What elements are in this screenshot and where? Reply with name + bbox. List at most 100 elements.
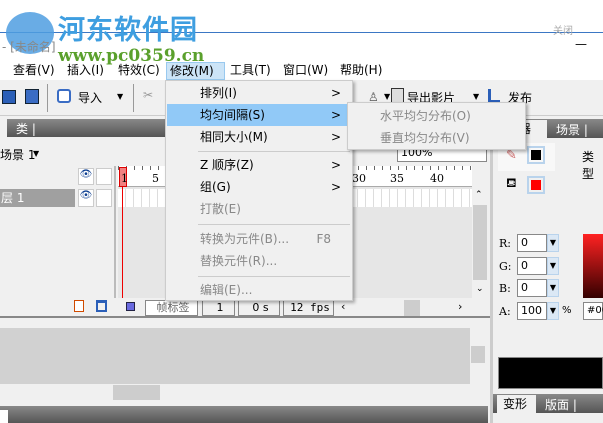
onion-skin-icon[interactable] bbox=[126, 302, 135, 311]
minimize-button[interactable]: — bbox=[575, 37, 587, 51]
menu-separator bbox=[198, 276, 350, 277]
menu-item-distribute[interactable]: 均匀间隔(S) > bbox=[167, 104, 351, 126]
menu-item-convert-to-symbol[interactable]: 转换为元件(B)... F8 bbox=[167, 228, 351, 250]
scroll-left-icon[interactable]: ‹ bbox=[341, 300, 345, 313]
menu-item-match-size[interactable]: 相同大小(M) > bbox=[167, 126, 351, 148]
save-all-icon[interactable] bbox=[25, 89, 39, 104]
stage-hscroll-thumb[interactable] bbox=[113, 385, 160, 400]
tab-transform[interactable]: 变形 bbox=[497, 395, 536, 413]
export-movie-icon[interactable] bbox=[391, 88, 404, 103]
scene-selector[interactable]: 场景 1 bbox=[0, 146, 35, 163]
lock-column[interactable] bbox=[96, 168, 112, 185]
submenu-arrow-icon: > bbox=[330, 130, 341, 144]
frame-label-field[interactable]: 帧标签 bbox=[145, 300, 198, 316]
bottom-panel-tab[interactable] bbox=[0, 410, 8, 423]
delete-layer-icon[interactable] bbox=[96, 300, 107, 312]
menu-item-label: 打散(E) bbox=[200, 202, 241, 216]
menu-item-group[interactable]: 组(G) > bbox=[167, 176, 351, 198]
menu-view[interactable]: 查看(V) bbox=[10, 62, 58, 80]
menu-item-edit[interactable]: 编辑(E)... bbox=[167, 279, 351, 301]
pencil-icon: ✎ bbox=[506, 148, 517, 163]
a-label: A: bbox=[499, 305, 511, 318]
add-layer-icon[interactable] bbox=[74, 300, 84, 312]
scroll-right-icon[interactable]: › bbox=[458, 300, 462, 313]
stage-area[interactable] bbox=[0, 328, 470, 384]
menu-item-label: 均匀间隔(S) bbox=[200, 108, 265, 122]
vscroll-thumb[interactable] bbox=[473, 205, 487, 280]
import-dropdown-icon[interactable]: ▼ bbox=[117, 92, 123, 101]
r-dropdown-icon[interactable]: ▼ bbox=[547, 234, 559, 252]
hscroll-thumb[interactable] bbox=[404, 300, 420, 316]
menu-help[interactable]: 帮助(H) bbox=[337, 62, 385, 80]
color-gradient-picker[interactable] bbox=[583, 234, 603, 298]
g-dropdown-icon[interactable]: ▼ bbox=[547, 257, 559, 275]
menu-item-label: 相同大小(M) bbox=[200, 130, 268, 144]
menu-item-z-order[interactable]: Z 顺序(Z) > bbox=[167, 154, 351, 176]
submenu-arrow-icon: > bbox=[330, 86, 341, 100]
stage-hscrollbar[interactable] bbox=[0, 384, 470, 401]
ruler-tick-label: 40 bbox=[430, 172, 444, 185]
g-label: G: bbox=[499, 260, 512, 273]
layer-list bbox=[0, 166, 116, 298]
stage-vscroll-thumb[interactable] bbox=[471, 346, 485, 363]
export-dropdown-icon[interactable]: ▼ bbox=[473, 92, 479, 101]
layer-lock-toggle[interactable] bbox=[96, 189, 112, 207]
stroke-color-swatch[interactable] bbox=[527, 146, 545, 164]
import-button[interactable]: 导入 bbox=[78, 89, 102, 106]
b-label: B: bbox=[499, 282, 511, 295]
elapsed-time: 0 s bbox=[238, 300, 280, 316]
menu-item-shortcut: F8 bbox=[316, 232, 331, 246]
toolbar-separator bbox=[47, 84, 48, 112]
alpha-dropdown-icon[interactable]: ▼ bbox=[547, 302, 559, 320]
top-right-text: 关闭 bbox=[553, 26, 573, 37]
alpha-input[interactable]: 100 bbox=[517, 302, 547, 320]
menu-item-swap-symbol[interactable]: 替换元件(R)... bbox=[167, 250, 351, 272]
g-input[interactable]: 0 bbox=[517, 257, 547, 275]
hex-input[interactable]: #00 bbox=[583, 302, 603, 320]
color-preview bbox=[498, 357, 603, 389]
scroll-down-icon[interactable]: ⌄ bbox=[476, 284, 484, 294]
layer-row[interactable]: 层 1 bbox=[0, 189, 75, 207]
paint-bucket-icon: ⛾ bbox=[506, 176, 517, 191]
window-title: - [未命名] bbox=[2, 40, 56, 54]
panel-tab-class[interactable]: 类 | bbox=[16, 120, 36, 137]
ruler-tick-label: 35 bbox=[390, 172, 404, 185]
frame-rate: 12 fps bbox=[283, 300, 334, 316]
watermark-name: 河东软件园 bbox=[58, 15, 198, 46]
playhead-line bbox=[122, 187, 123, 298]
menu-effects[interactable]: 特效(C) bbox=[115, 62, 163, 80]
distribute-submenu: 水平均匀分布(O) 垂直均匀分布(V) bbox=[347, 102, 526, 150]
r-label: R: bbox=[499, 237, 511, 250]
menu-insert[interactable]: 插入(I) bbox=[64, 62, 107, 80]
save-icon[interactable] bbox=[2, 90, 16, 104]
eye-icon[interactable]: 👁 bbox=[78, 168, 94, 185]
fill-color-swatch[interactable] bbox=[527, 176, 545, 194]
submenu-arrow-icon: > bbox=[330, 180, 341, 194]
scroll-up-icon[interactable]: ⌃ bbox=[475, 190, 483, 200]
import-icon[interactable] bbox=[57, 89, 71, 103]
menu-item-distribute-horizontal[interactable]: 水平均匀分布(O) bbox=[380, 107, 471, 124]
ruler-tick-label: 5 bbox=[152, 172, 159, 185]
scene-dropdown-icon[interactable]: ▼ bbox=[33, 149, 39, 158]
menu-item-distribute-vertical[interactable]: 垂直均匀分布(V) bbox=[380, 129, 470, 146]
layer-eye-icon[interactable]: 👁 bbox=[78, 189, 94, 207]
dropdown-icon[interactable]: ▼ bbox=[384, 92, 390, 101]
menu-item-break-apart[interactable]: 打散(E) bbox=[167, 198, 351, 220]
publish-icon[interactable] bbox=[488, 89, 500, 102]
percent-label: % bbox=[562, 305, 572, 316]
fill-color-fill bbox=[531, 180, 541, 190]
submenu-arrow-icon: > bbox=[330, 158, 341, 172]
menu-tools[interactable]: 工具(T) bbox=[227, 62, 274, 80]
cut-icon[interactable]: ✂ bbox=[143, 88, 153, 102]
menu-item-label: 转换为元件(B)... bbox=[200, 232, 290, 246]
b-dropdown-icon[interactable]: ▼ bbox=[547, 279, 559, 297]
menu-item-arrange[interactable]: 排列(I) > bbox=[167, 82, 351, 104]
tab-scene[interactable]: 场景 | bbox=[556, 121, 588, 138]
b-input[interactable]: 0 bbox=[517, 279, 547, 297]
r-input[interactable]: 0 bbox=[517, 234, 547, 252]
tab-layout[interactable]: 版面 | bbox=[545, 396, 577, 413]
menu-modify[interactable]: 修改(M) bbox=[166, 62, 225, 80]
panel-splitter[interactable] bbox=[490, 116, 493, 423]
panel-tab-left[interactable] bbox=[0, 119, 7, 137]
menu-window[interactable]: 窗口(W) bbox=[280, 62, 331, 80]
